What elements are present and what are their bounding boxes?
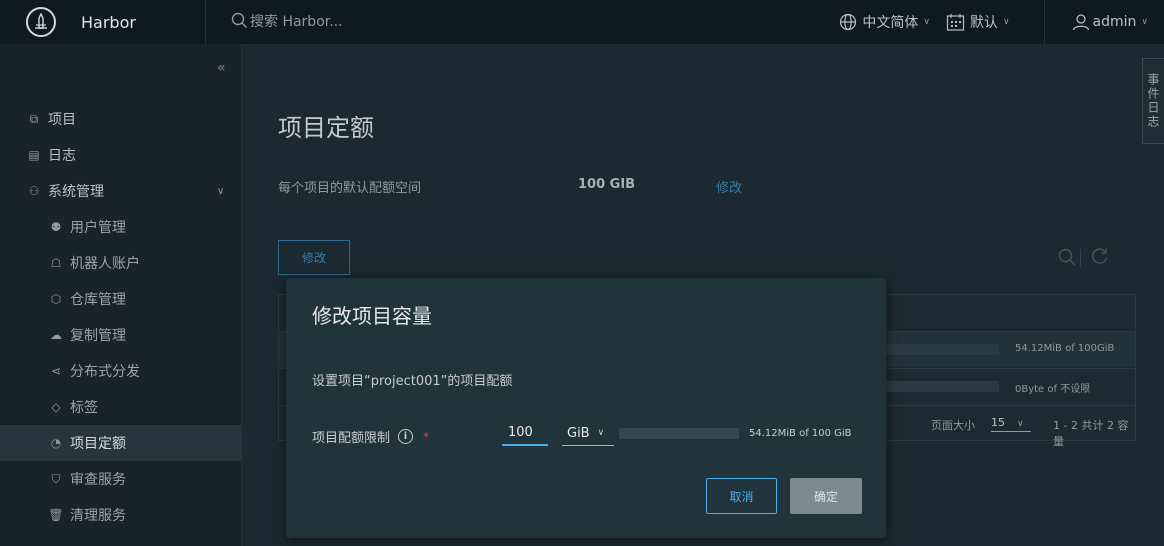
usage-bar (619, 428, 739, 439)
cancel-button[interactable]: 取消 (706, 478, 777, 514)
unit-value: GiB (567, 425, 590, 441)
required-icon: * (423, 429, 430, 444)
chevron-down-icon: ∨ (597, 428, 605, 438)
quota-limit-text: 项目配额限制 (312, 431, 391, 446)
edit-quota-modal: 修改项目容量 设置项目“project001”的项目配额 项目配额限制 i * … (286, 278, 886, 538)
quota-limit-label: 项目配额限制 i * (312, 427, 429, 446)
confirm-button[interactable]: 确定 (790, 478, 862, 514)
quota-value-input[interactable] (502, 421, 548, 446)
modal-title: 修改项目容量 (312, 304, 432, 328)
unit-select[interactable]: GiB ∨ (562, 421, 614, 446)
info-icon[interactable]: i (398, 429, 414, 444)
modal-description: 设置项目“project001”的项目配额 (312, 374, 513, 389)
usage-text: 54.12MiB of 100 GiB (749, 428, 852, 439)
